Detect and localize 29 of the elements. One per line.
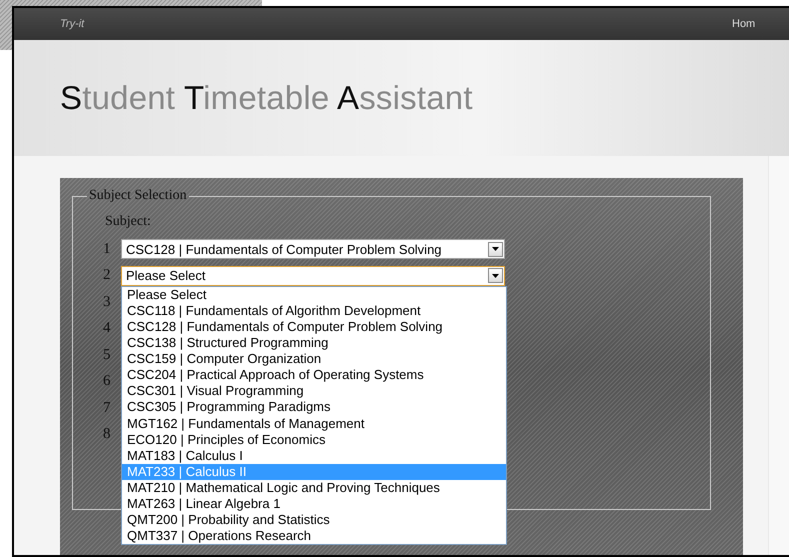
fieldset-legend: Subject Selection bbox=[87, 188, 189, 204]
dropdown-option[interactable]: QMT337 | Operations Research bbox=[122, 528, 506, 544]
field-label: Subject: bbox=[105, 214, 152, 230]
row-number: 7 bbox=[103, 400, 112, 417]
dropdown-option[interactable]: CSC128 | Fundamentals of Computer Problem Solving bbox=[122, 318, 506, 336]
nav-link[interactable]: Hom bbox=[732, 18, 766, 30]
row-number: 8 bbox=[103, 426, 112, 444]
brand-link[interactable]: Try-it bbox=[60, 18, 84, 30]
dropdown-option[interactable]: QMT200 | Probability and Statistics bbox=[122, 512, 506, 528]
row-number: 5 bbox=[103, 346, 112, 364]
row-number: 3 bbox=[103, 294, 112, 311]
dropdown-option[interactable]: CSC118 | Fundamentals of Algorithm Development bbox=[122, 302, 506, 319]
dropdown-option[interactable]: MAT183 | Calculus I bbox=[122, 448, 506, 464]
dropdown-option[interactable]: CSC305 | Programming Paradigms bbox=[122, 399, 506, 416]
row-number: 4 bbox=[103, 320, 112, 338]
dropdown-option[interactable]: CSC204 | Practical Approach of Operating Systems bbox=[122, 367, 506, 384]
dropdown-option[interactable]: MGT162 | Fundamentals of Management bbox=[122, 416, 506, 432]
dropdown-option[interactable]: ECO120 | Principles of Economics bbox=[122, 432, 506, 448]
dropdown-option[interactable]: CSC301 | Visual Programming bbox=[122, 383, 506, 400]
dropdown-option[interactable]: CSC138 | Structured Programming bbox=[122, 335, 506, 352]
dropdown-option[interactable]: MAT263 | Linear Algebra 1 bbox=[122, 496, 506, 512]
row-number: 2 bbox=[103, 267, 112, 284]
dropdown-option[interactable]: CSC159 | Computer Organization bbox=[122, 351, 506, 368]
row-number: 6 bbox=[103, 373, 112, 390]
dropdown-option[interactable]: Please Select bbox=[122, 286, 506, 303]
dropdown-option[interactable]: MAT210 | Mathematical Logic and Proving Techniques bbox=[122, 480, 506, 496]
site-title: Student Timetable Assistant bbox=[60, 79, 473, 117]
subject-select[interactable]: CSC128 | Fundamentals of Computer Problem Solving bbox=[121, 239, 505, 260]
row-number: 1 bbox=[103, 240, 112, 258]
